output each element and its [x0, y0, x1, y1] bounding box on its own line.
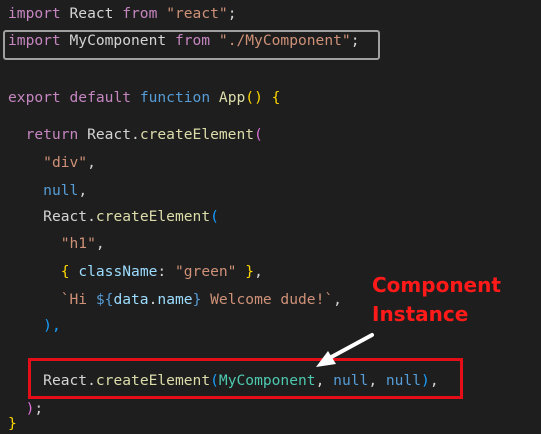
component-instance-highlight-box	[28, 358, 463, 399]
code-token: (	[210, 208, 219, 225]
code-token: ;	[34, 400, 44, 417]
code-line: `Hi ${data.name} Welcome dude!`,	[8, 290, 342, 310]
code-line: { className: "green" },	[8, 262, 263, 282]
code-token: ,	[333, 291, 342, 308]
code-line: ),	[8, 316, 61, 336]
code-token: ;	[227, 5, 237, 22]
code-token: null	[43, 182, 79, 199]
code-token: "green"	[174, 263, 237, 280]
code-token: createElement	[95, 208, 211, 225]
code-token: {	[271, 89, 281, 106]
code-token: "react"	[166, 5, 228, 22]
code-line: import React from "react";	[8, 4, 237, 24]
code-token: import	[8, 5, 61, 22]
code-token: className	[78, 263, 158, 280]
code-token: }	[245, 263, 255, 280]
code-token: (	[245, 89, 255, 106]
code-line: null,	[8, 181, 87, 201]
code-token: ,	[78, 182, 88, 199]
code-line: "div",	[8, 153, 96, 173]
code-token: }	[8, 415, 17, 432]
code-line: }	[8, 414, 17, 434]
code-token: export	[8, 89, 61, 106]
code-token: React	[78, 126, 132, 143]
import-highlight-box	[3, 30, 380, 60]
code-token: ,	[254, 263, 263, 280]
code-token: ,	[87, 154, 96, 171]
code-token: ),	[43, 317, 61, 334]
annotation-label-line1: Component	[372, 273, 501, 297]
code-token: React	[60, 5, 123, 22]
code-editor-screenshot: import React from "react"; import MyCompo…	[0, 0, 541, 434]
code-token: App	[218, 89, 246, 106]
code-line: export default function App() {	[8, 88, 280, 108]
code-line: "h1",	[8, 234, 105, 254]
annotation-label-line2: Instance	[372, 302, 469, 326]
code-token: data	[113, 291, 149, 308]
code-token: :	[157, 263, 175, 280]
arrow-icon	[316, 333, 374, 367]
code-token: return	[25, 126, 79, 143]
code-token: React	[43, 208, 88, 225]
code-token: .	[87, 208, 96, 225]
code-line: return React.createElement(	[8, 125, 263, 145]
code-token: name	[157, 291, 193, 308]
code-token: from	[122, 5, 158, 22]
code-token: createElement	[139, 126, 255, 143]
code-token: `Hi	[60, 291, 96, 308]
code-token: ,	[95, 235, 105, 252]
code-token: "div"	[43, 154, 88, 171]
code-token: (	[254, 126, 263, 143]
code-token: .	[131, 126, 140, 143]
code-token: {	[60, 263, 70, 280]
code-token: Welcome dude!`	[201, 291, 334, 308]
code-token: ${	[95, 291, 114, 308]
code-token: function	[139, 89, 211, 106]
code-token: default	[69, 89, 132, 106]
code-line: React.createElement(	[8, 207, 219, 227]
code-token: )	[254, 89, 263, 106]
code-token: "h1"	[60, 235, 96, 252]
